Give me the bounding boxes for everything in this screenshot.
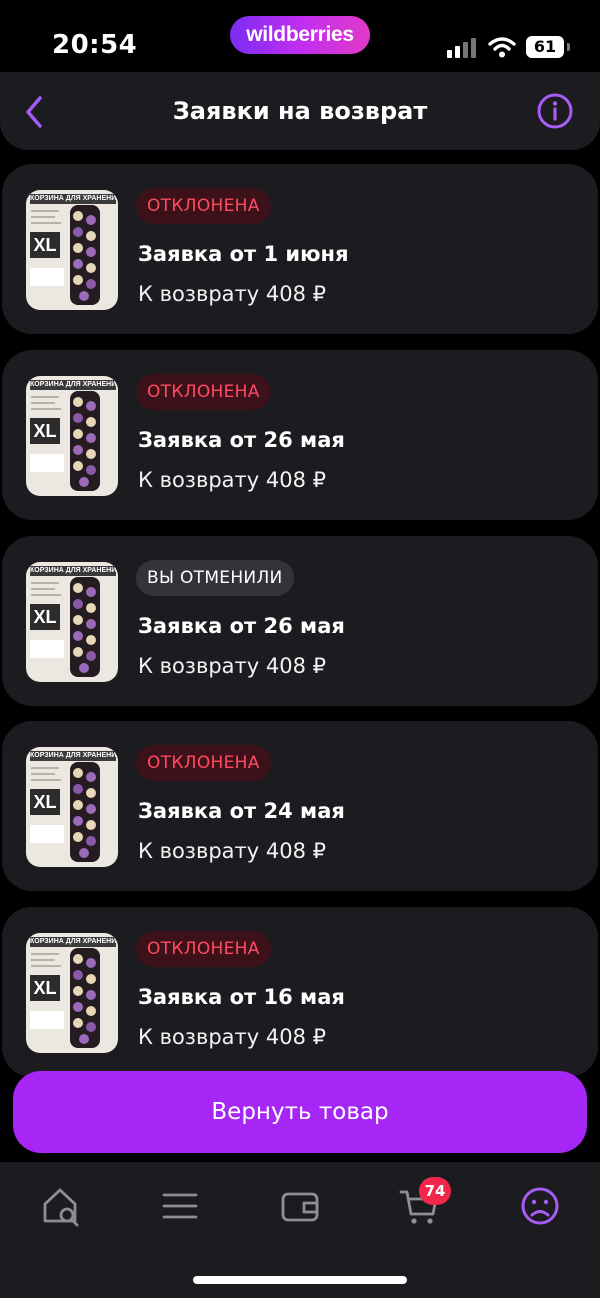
request-title: Заявка от 1 июня: [138, 242, 349, 266]
status-badge: ОТКЛОНЕНА: [136, 188, 271, 224]
thumbnail-banner: КОРЗИНА ДЛЯ ХРАНЕНИЯ: [30, 194, 116, 204]
return-request-card[interactable]: КОРЗИНА ДЛЯ ХРАНЕНИЯ XL ОТКЛОНЕНА Заявка…: [2, 350, 598, 520]
profile-icon: [521, 1187, 559, 1225]
thumbnail-banner: КОРЗИНА ДЛЯ ХРАНЕНИЯ: [30, 751, 116, 761]
cart-count-badge: 74: [419, 1177, 451, 1205]
thumbnail-note: [30, 640, 64, 658]
info-button[interactable]: [536, 92, 574, 130]
catalog-menu-icon: [162, 1193, 198, 1219]
storage-tower-image: [70, 577, 100, 677]
product-thumbnail: КОРЗИНА ДЛЯ ХРАНЕНИЯ XL: [26, 190, 118, 310]
status-badge: ОТКЛОНЕНА: [136, 374, 271, 410]
thumbnail-note: [30, 1011, 64, 1029]
status-bar: 20:54 wildberries 61: [0, 0, 600, 80]
storage-tower-image: [70, 391, 100, 491]
thumbnail-note: [30, 825, 64, 843]
refund-amount: К возврату 408 ₽: [138, 654, 327, 678]
tab-profile[interactable]: [518, 1184, 562, 1228]
request-title: Заявка от 24 мая: [138, 799, 345, 823]
battery-icon: 61: [526, 36, 564, 58]
refund-amount: К возврату 408 ₽: [138, 282, 327, 306]
info-icon: [537, 93, 573, 129]
battery-cap: [567, 43, 570, 51]
thumbnail-size-label: XL: [30, 232, 60, 258]
thumbnail-note: [30, 454, 64, 472]
status-badge: ВЫ ОТМЕНИЛИ: [136, 560, 294, 596]
storage-tower-image: [70, 205, 100, 305]
thumbnail-banner: КОРЗИНА ДЛЯ ХРАНЕНИЯ: [30, 380, 116, 390]
product-thumbnail: КОРЗИНА ДЛЯ ХРАНЕНИЯ XL: [26, 376, 118, 496]
return-request-card[interactable]: КОРЗИНА ДЛЯ ХРАНЕНИЯ XL ВЫ ОТМЕНИЛИ Заяв…: [2, 536, 598, 706]
product-thumbnail: КОРЗИНА ДЛЯ ХРАНЕНИЯ XL: [26, 562, 118, 682]
tab-wallet[interactable]: [278, 1184, 322, 1228]
return-request-card[interactable]: КОРЗИНА ДЛЯ ХРАНЕНИЯ XL ОТКЛОНЕНА Заявка…: [2, 907, 598, 1077]
cellular-signal-icon: [447, 38, 479, 58]
return-request-card[interactable]: КОРЗИНА ДЛЯ ХРАНЕНИЯ XL ОТКЛОНЕНА Заявка…: [2, 164, 598, 334]
return-request-card[interactable]: КОРЗИНА ДЛЯ ХРАНЕНИЯ XL ОТКЛОНЕНА Заявка…: [2, 721, 598, 891]
wallet-icon: [281, 1192, 319, 1222]
home-search-icon: [43, 1188, 79, 1227]
storage-tower-image: [70, 948, 100, 1048]
page-header: Заявки на возврат: [0, 72, 600, 150]
thumbnail-size-label: XL: [30, 604, 60, 630]
thumbnail-size-label: XL: [30, 418, 60, 444]
refund-amount: К возврату 408 ₽: [138, 468, 327, 492]
page-title: Заявки на возврат: [172, 97, 428, 125]
refund-amount: К возврату 408 ₽: [138, 1025, 327, 1049]
home-indicator[interactable]: [193, 1276, 407, 1284]
product-thumbnail: КОРЗИНА ДЛЯ ХРАНЕНИЯ XL: [26, 933, 118, 1053]
tab-catalog[interactable]: [158, 1184, 202, 1228]
status-badge: ОТКЛОНЕНА: [136, 931, 271, 967]
request-title: Заявка от 16 мая: [138, 985, 345, 1009]
clock: 20:54: [52, 30, 138, 60]
brand-logo[interactable]: wildberries: [230, 16, 370, 54]
thumbnail-banner: КОРЗИНА ДЛЯ ХРАНЕНИЯ: [30, 566, 116, 576]
thumbnail-banner: КОРЗИНА ДЛЯ ХРАНЕНИЯ: [30, 937, 116, 947]
tab-home[interactable]: [40, 1184, 84, 1228]
product-thumbnail: КОРЗИНА ДЛЯ ХРАНЕНИЯ XL: [26, 747, 118, 867]
return-item-button[interactable]: Вернуть товар: [13, 1071, 587, 1153]
request-title: Заявка от 26 мая: [138, 428, 345, 452]
wifi-icon: [488, 36, 516, 62]
thumbnail-size-label: XL: [30, 789, 60, 815]
thumbnail-note: [30, 268, 64, 286]
refund-amount: К возврату 408 ₽: [138, 839, 327, 863]
request-title: Заявка от 26 мая: [138, 614, 345, 638]
status-badge: ОТКЛОНЕНА: [136, 745, 271, 781]
storage-tower-image: [70, 762, 100, 862]
thumbnail-size-label: XL: [30, 975, 60, 1001]
